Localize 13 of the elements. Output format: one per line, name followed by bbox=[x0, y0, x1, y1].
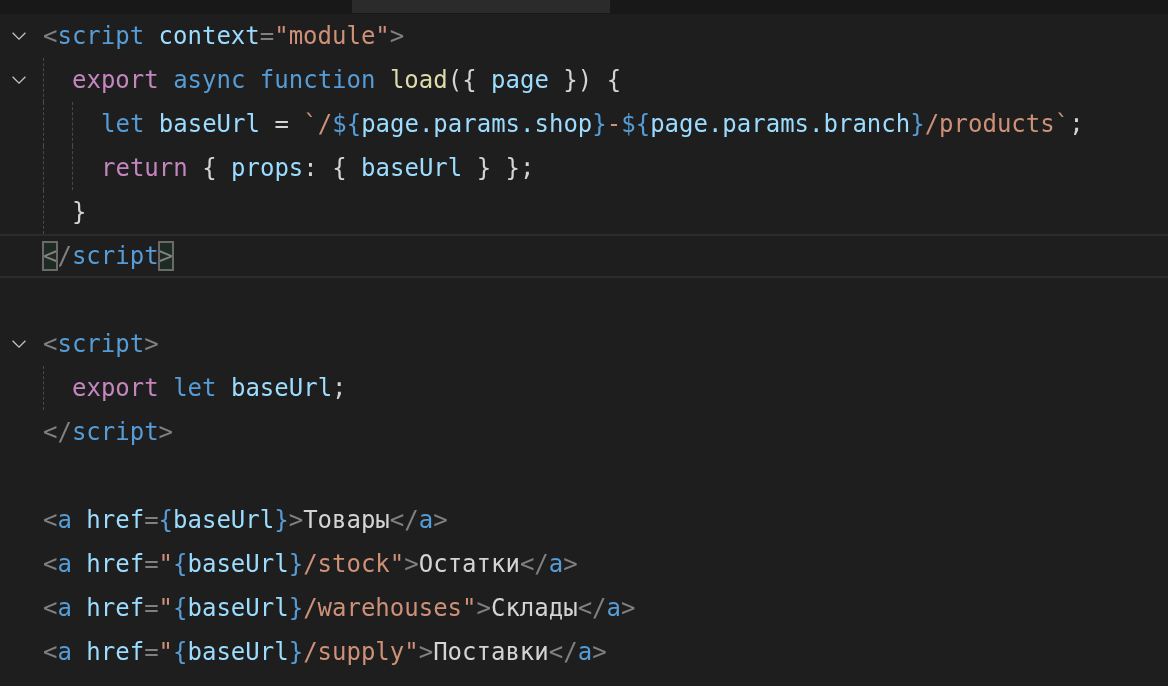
code-line: <a href="{baseUrl}/supply">Поставки</a> bbox=[43, 637, 607, 667]
code-line: <script> bbox=[43, 329, 159, 359]
code-line: let baseUrl = `/${page.params.shop}-${page.params.branch}/products`; bbox=[101, 109, 1084, 139]
code-line: export let baseUrl; bbox=[72, 373, 347, 403]
code-line: <a href="{baseUrl}/warehouses">Склады</a> bbox=[43, 593, 636, 623]
code-line: </script> bbox=[43, 241, 174, 271]
code-line: </script> bbox=[43, 417, 174, 447]
code-line: <a href="{baseUrl}/stock">Остатки</a> bbox=[43, 549, 578, 579]
code-line: return { props: { baseUrl } }; bbox=[101, 153, 535, 183]
code-line: export async function load({ page }) { bbox=[72, 65, 622, 95]
code-line: <script context="module"> bbox=[43, 21, 405, 51]
code-line: <a href={baseUrl}>Товары</a> bbox=[43, 505, 448, 535]
code-line: } bbox=[72, 197, 87, 227]
